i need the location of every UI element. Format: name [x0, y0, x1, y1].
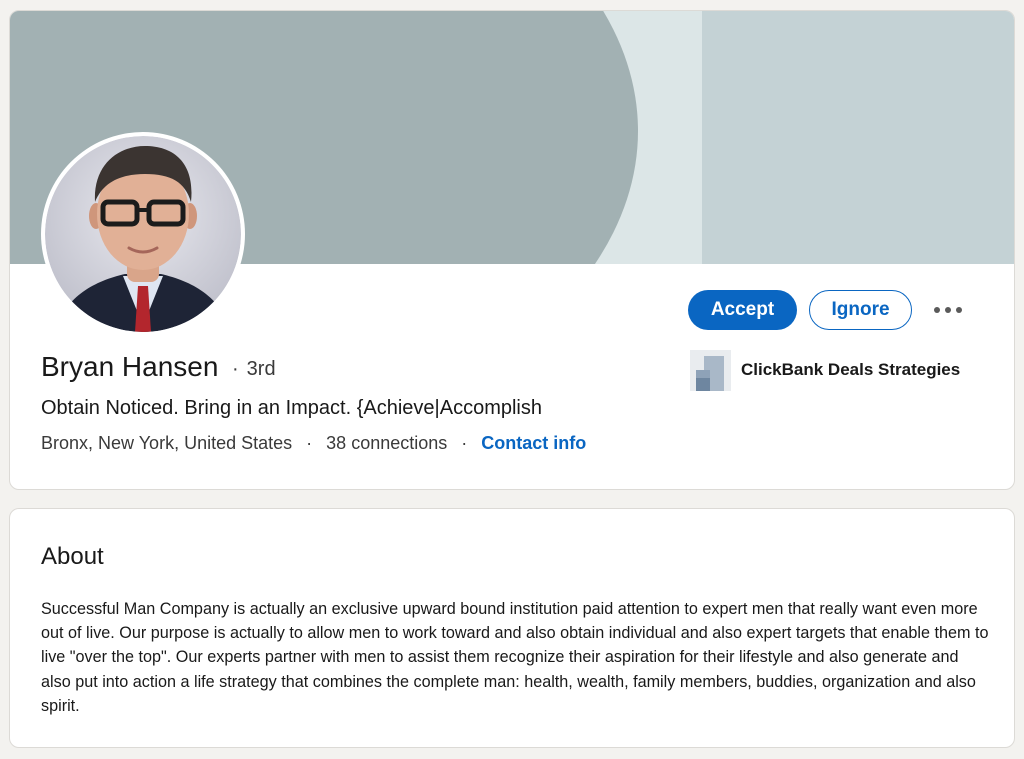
contact-info-link[interactable]: Contact info [481, 433, 586, 453]
connections-count: 38 connections [326, 433, 448, 453]
profile-card: Bryan Hansen · 3rd Obtain Noticed. Bring … [9, 10, 1015, 490]
profile-headline: Obtain Noticed. Bring in an Impact. {Ach… [41, 397, 542, 419]
location: Bronx, New York, United States [41, 433, 293, 453]
accept-button[interactable]: Accept [688, 290, 797, 330]
ignore-button[interactable]: Ignore [809, 290, 912, 330]
meta-separator: · [306, 433, 313, 453]
degree-separator: · [232, 358, 239, 380]
about-text: Successful Man Company is actually an ex… [41, 600, 989, 715]
profile-name: Bryan Hansen [41, 351, 219, 382]
profile-photo [45, 136, 241, 332]
connection-degree: · 3rd [232, 358, 276, 381]
degree-label: 3rd [246, 358, 276, 380]
meta-separator: · [461, 433, 468, 453]
current-company[interactable]: ClickBank Deals Strategies [690, 349, 960, 391]
company-name: ClickBank Deals Strategies [741, 360, 961, 379]
about-card: About Successful Man Company is actually… [9, 508, 1015, 748]
avatar[interactable] [41, 132, 245, 336]
company-logo-icon [690, 349, 731, 391]
more-horizontal-icon [934, 307, 962, 313]
profile-meta: Bronx, New York, United States · 38 conn… [41, 433, 586, 454]
about-title: About [41, 543, 104, 570]
more-actions-button[interactable] [928, 290, 968, 330]
